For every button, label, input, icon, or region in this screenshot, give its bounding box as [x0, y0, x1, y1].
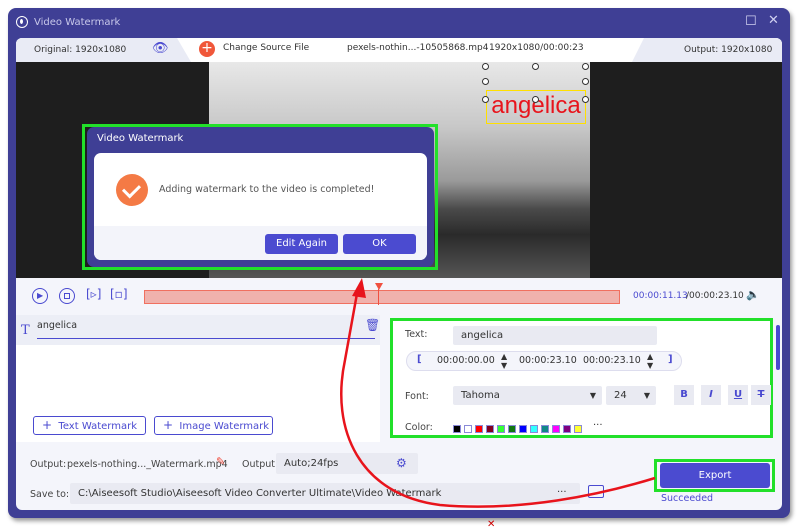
- annotation-arrow: [340, 278, 656, 508]
- marker-icon: ✕: [487, 519, 496, 530]
